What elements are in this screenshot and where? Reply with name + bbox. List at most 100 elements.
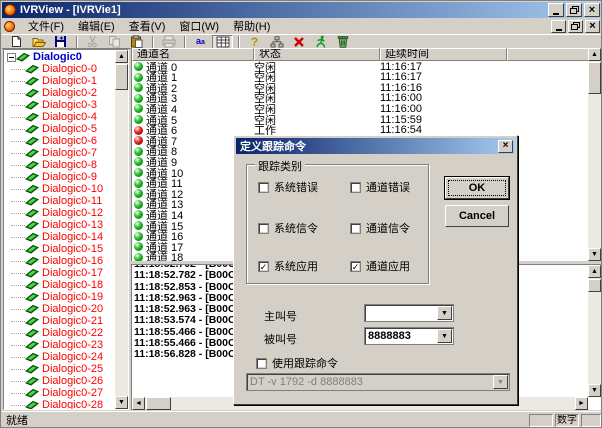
scrollbar-thumb[interactable] [115,64,128,90]
checkbox-icon[interactable] [350,223,361,234]
tree-item-dialogic0-7[interactable]: Dialogic0-7 [5,147,115,159]
run-icon[interactable] [310,35,331,49]
recycle-icon[interactable] [332,35,353,49]
use-trace-command-checkbox[interactable]: 使用跟踪命令 [256,355,338,371]
tree-item-dialogic0-19[interactable]: Dialogic0-19 [5,291,115,303]
help-icon[interactable]: ? [244,35,265,49]
tree-root-dialogic0[interactable]: Dialogic0 [5,51,115,63]
scrollbar-thumb[interactable] [588,279,601,292]
scrollbar-thumb[interactable] [588,62,601,94]
scroll-down-icon[interactable]: ▼ [588,384,601,397]
tree-item-dialogic0-21[interactable]: Dialogic0-21 [5,315,115,327]
scroll-up-icon[interactable]: ▲ [115,50,128,63]
menu-item-0[interactable]: 文件(F) [21,17,71,35]
checkbox-icon[interactable]: ✓ [350,261,361,272]
menu-item-1[interactable]: 编辑(E) [71,17,122,35]
tree-item-dialogic0-17[interactable]: Dialogic0-17 [5,267,115,279]
tree-item-dialogic0-8[interactable]: Dialogic0-8 [5,159,115,171]
dialog-close-button[interactable]: × [498,140,513,153]
table-scrollbar[interactable]: ▲ ▼ [588,48,601,261]
tree-item-dialogic0-0[interactable]: Dialogic0-0 [5,63,115,75]
log-vscrollbar[interactable]: ▲ ▼ [588,265,601,397]
new-icon[interactable] [6,35,27,49]
checkbox-系统信令[interactable]: 系统信令 [258,220,318,236]
tree-item-dialogic0-10[interactable]: Dialogic0-10 [5,183,115,195]
tree-connector [11,309,25,310]
open-icon[interactable] [28,35,49,49]
tree-item-dialogic0-18[interactable]: Dialogic0-18 [5,279,115,291]
scroll-right-icon[interactable]: ► [575,397,588,410]
checkbox-通道信令[interactable]: 通道信令 [350,220,410,236]
paste-icon[interactable] [126,35,147,49]
scroll-left-icon[interactable]: ◄ [132,397,145,410]
close-button[interactable]: × [584,3,600,17]
menu-item-4[interactable]: 帮助(H) [226,17,277,35]
callee-number-combo[interactable]: 8888883 ▼ [364,327,454,345]
copy-icon[interactable] [104,35,125,49]
cancel-button[interactable]: Cancel [445,205,509,227]
column-header-通道名[interactable]: 通道名 [132,48,254,61]
tree-item-dialogic0-23[interactable]: Dialogic0-23 [5,339,115,351]
tree-item-dialogic0-25[interactable]: Dialogic0-25 [5,363,115,375]
tree-item-dialogic0-15[interactable]: Dialogic0-15 [5,243,115,255]
collapse-icon[interactable] [7,53,16,62]
minimize-button[interactable] [548,3,564,17]
checkbox-通道应用[interactable]: ✓通道应用 [350,258,410,274]
checkbox-icon[interactable] [350,182,361,193]
tree-item-dialogic0-14[interactable]: Dialogic0-14 [5,231,115,243]
grid-icon[interactable] [212,35,233,49]
tree-item-dialogic0-9[interactable]: Dialogic0-9 [5,171,115,183]
tree-item-dialogic0-24[interactable]: Dialogic0-24 [5,351,115,363]
menu-item-3[interactable]: 窗口(W) [172,17,226,35]
caller-number-combo[interactable]: ▼ [364,304,454,322]
tree-item-dialogic0-3[interactable]: Dialogic0-3 [5,99,115,111]
menu-item-2[interactable]: 查看(V) [122,17,173,35]
checkbox-icon[interactable] [256,358,267,369]
tree-item-dialogic0-28[interactable]: Dialogic0-28 [5,399,115,409]
column-header-延续时间[interactable]: 延续时间 [380,48,507,61]
labels-icon[interactable]: aa [190,35,211,49]
ok-button[interactable]: OK [445,177,509,199]
print-icon[interactable] [158,35,179,49]
restore-button[interactable] [566,3,582,17]
tree-item-label: Dialogic0-24 [42,351,103,363]
child-restore-button[interactable] [568,20,583,33]
scroll-up-icon[interactable]: ▲ [588,265,601,278]
column-header-状态[interactable]: 状态 [254,48,380,61]
dialog-title-bar[interactable]: 定义跟踪命令 × [236,138,515,154]
tree-item-dialogic0-27[interactable]: Dialogic0-27 [5,387,115,399]
tree-item-dialogic0-2[interactable]: Dialogic0-2 [5,87,115,99]
tree-item-dialogic0-22[interactable]: Dialogic0-22 [5,327,115,339]
tree-item-dialogic0-11[interactable]: Dialogic0-11 [5,195,115,207]
tree-scrollbar[interactable]: ▲ ▼ [115,50,128,409]
tree-item-dialogic0-26[interactable]: Dialogic0-26 [5,375,115,387]
network-icon[interactable] [266,35,287,49]
tree-item-dialogic0-12[interactable]: Dialogic0-12 [5,207,115,219]
tree-item-dialogic0-13[interactable]: Dialogic0-13 [5,219,115,231]
checkbox-系统应用[interactable]: ✓系统应用 [258,258,318,274]
tree-item-dialogic0-4[interactable]: Dialogic0-4 [5,111,115,123]
checkbox-icon[interactable]: ✓ [258,261,269,272]
column-header-blank[interactable] [507,48,589,61]
chevron-down-icon[interactable]: ▼ [437,306,452,320]
scroll-down-icon[interactable]: ▼ [115,396,128,409]
tree-item-dialogic0-5[interactable]: Dialogic0-5 [5,123,115,135]
checkbox-通道错误[interactable]: 通道错误 [350,179,410,195]
child-close-button[interactable]: × [585,20,600,33]
tree-item-label: Dialogic0-17 [42,267,103,279]
tree-item-dialogic0-20[interactable]: Dialogic0-20 [5,303,115,315]
child-minimize-button[interactable] [551,20,566,33]
tree-item-dialogic0-16[interactable]: Dialogic0-16 [5,255,115,267]
cut-icon[interactable] [82,35,103,49]
tree-item-dialogic0-6[interactable]: Dialogic0-6 [5,135,115,147]
chevron-down-icon[interactable]: ▼ [437,329,452,343]
scrollbar-thumb[interactable] [146,397,171,410]
tree-item-dialogic0-1[interactable]: Dialogic0-1 [5,75,115,87]
checkbox-icon[interactable] [258,182,269,193]
delete-icon[interactable] [288,35,309,49]
checkbox-系统错误[interactable]: 系统错误 [258,179,318,195]
checkbox-icon[interactable] [258,223,269,234]
scroll-up-icon[interactable]: ▲ [588,48,601,61]
save-icon[interactable] [50,35,71,49]
scroll-down-icon[interactable]: ▼ [588,248,601,261]
